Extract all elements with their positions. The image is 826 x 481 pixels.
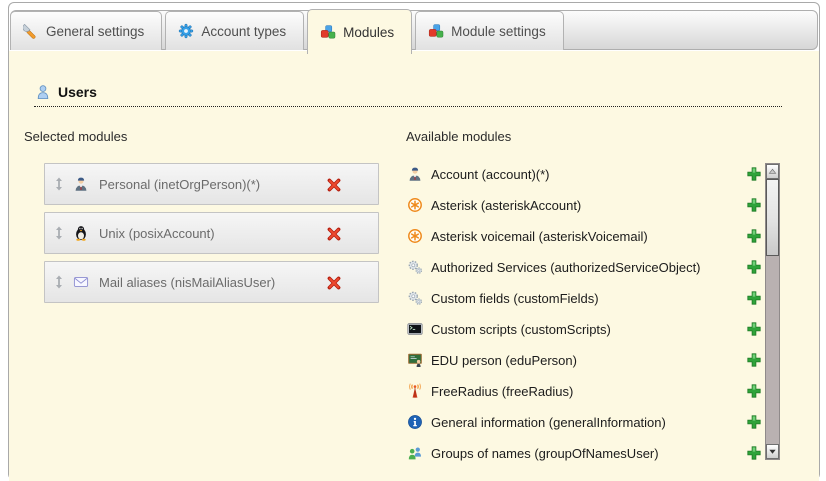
remove-module-button[interactable] — [326, 226, 342, 242]
tab-label: General settings — [46, 24, 144, 39]
add-module-button[interactable] — [746, 383, 762, 399]
available-module-row: FreeRadius (freeRadius) — [407, 381, 762, 401]
tab-account-types[interactable]: Account types — [165, 11, 304, 50]
blackboard-icon — [407, 352, 423, 368]
add-module-button[interactable] — [746, 259, 762, 275]
available-module-label: Groups of names (groupOfNamesUser) — [431, 446, 659, 461]
available-module-label: Asterisk (asteriskAccount) — [431, 198, 581, 213]
selected-modules-list: Personal (inetOrgPerson)(*) Unix (posixA… — [44, 163, 379, 310]
scroll-down-icon — [768, 443, 777, 461]
available-module-label: Account (account)(*) — [431, 167, 550, 182]
available-module-row: Groups of names (groupOfNamesUser) — [407, 443, 762, 463]
available-module-row: Account (account)(*) — [407, 164, 762, 184]
tab-label: Account types — [201, 24, 286, 39]
tab-label: Module settings — [451, 24, 546, 39]
add-module-button[interactable] — [746, 321, 762, 337]
selected-module-row[interactable]: Unix (posixAccount) — [44, 212, 379, 254]
selected-module-row[interactable]: Mail aliases (nisMailAliasUser) — [44, 261, 379, 303]
available-module-row: General information (generalInformation) — [407, 412, 762, 432]
remove-module-button[interactable] — [326, 275, 342, 291]
available-module-label: EDU person (eduPerson) — [431, 353, 577, 368]
antenna-icon — [407, 383, 423, 399]
available-module-label: Asterisk voicemail (asteriskVoicemail) — [431, 229, 648, 244]
available-module-row: Asterisk voicemail (asteriskVoicemail) — [407, 226, 762, 246]
remove-module-button[interactable] — [326, 177, 342, 193]
scroll-down-button[interactable] — [766, 444, 779, 459]
available-module-label: Custom fields (customFields) — [431, 291, 599, 306]
penguin-icon — [73, 225, 89, 241]
selected-module-label: Personal (inetOrgPerson)(*) — [99, 177, 260, 192]
add-module-button[interactable] — [746, 445, 762, 461]
gear-icon — [178, 23, 194, 39]
available-modules-scrollbar[interactable] — [765, 163, 780, 460]
add-module-button[interactable] — [746, 414, 762, 430]
add-module-button[interactable] — [746, 228, 762, 244]
available-module-row: EDU person (eduPerson) — [407, 350, 762, 370]
available-module-label: Custom scripts (customScripts) — [431, 322, 611, 337]
tabs-row: General settings Account types Modules M… — [10, 11, 564, 54]
tab-bar: General settings Account types Modules M… — [10, 10, 818, 50]
wrench-icon — [23, 23, 39, 39]
selected-modules-heading: Selected modules — [24, 129, 127, 144]
add-module-button[interactable] — [746, 290, 762, 306]
available-modules-heading: Available modules — [406, 129, 511, 144]
selected-module-label: Unix (posixAccount) — [99, 226, 215, 241]
add-module-button[interactable] — [746, 197, 762, 213]
available-module-label: General information (generalInformation) — [431, 415, 666, 430]
section-header: Users — [35, 84, 97, 100]
available-module-row: Authorized Services (authorizedServiceOb… — [407, 257, 762, 277]
gear-search-icon — [407, 259, 423, 275]
modules-tab-content: Users Selected modules Available modules… — [9, 51, 819, 481]
person-icon — [407, 166, 423, 182]
person-icon — [73, 176, 89, 192]
modules-icon — [320, 24, 336, 40]
available-modules-list: Account (account)(*) Asterisk (asteriskA… — [407, 164, 762, 474]
group-icon — [407, 445, 423, 461]
selected-module-label: Mail aliases (nisMailAliasUser) — [99, 275, 275, 290]
user-icon — [35, 84, 51, 100]
selected-module-row[interactable]: Personal (inetOrgPerson)(*) — [44, 163, 379, 205]
info-icon — [407, 414, 423, 430]
asterisk-icon — [407, 197, 423, 213]
tab-modules[interactable]: Modules — [307, 9, 412, 54]
add-module-button[interactable] — [746, 166, 762, 182]
available-module-row: Custom scripts (customScripts) — [407, 319, 762, 339]
section-title: Users — [58, 84, 97, 100]
tab-label: Modules — [343, 25, 394, 40]
available-module-row: Custom fields (customFields) — [407, 288, 762, 308]
scrollbar-thumb[interactable] — [766, 179, 779, 256]
drag-handle-icon[interactable] — [54, 275, 64, 289]
section-divider — [34, 106, 782, 107]
available-module-label: FreeRadius (freeRadius) — [431, 384, 573, 399]
asterisk-icon — [407, 228, 423, 244]
terminal-icon — [407, 321, 423, 337]
settings-panel: General settings Account types Modules M… — [8, 2, 820, 480]
tab-general-settings[interactable]: General settings — [10, 11, 162, 50]
scroll-up-icon — [768, 163, 777, 181]
available-module-row: Asterisk (asteriskAccount) — [407, 195, 762, 215]
drag-handle-icon[interactable] — [54, 226, 64, 240]
modules-icon — [428, 23, 444, 39]
drag-handle-icon[interactable] — [54, 177, 64, 191]
tab-module-settings[interactable]: Module settings — [415, 11, 564, 50]
envelope-icon — [73, 274, 89, 290]
scroll-up-button[interactable] — [766, 164, 779, 179]
add-module-button[interactable] — [746, 352, 762, 368]
available-module-label: Authorized Services (authorizedServiceOb… — [431, 260, 701, 275]
gear-search-icon — [407, 290, 423, 306]
